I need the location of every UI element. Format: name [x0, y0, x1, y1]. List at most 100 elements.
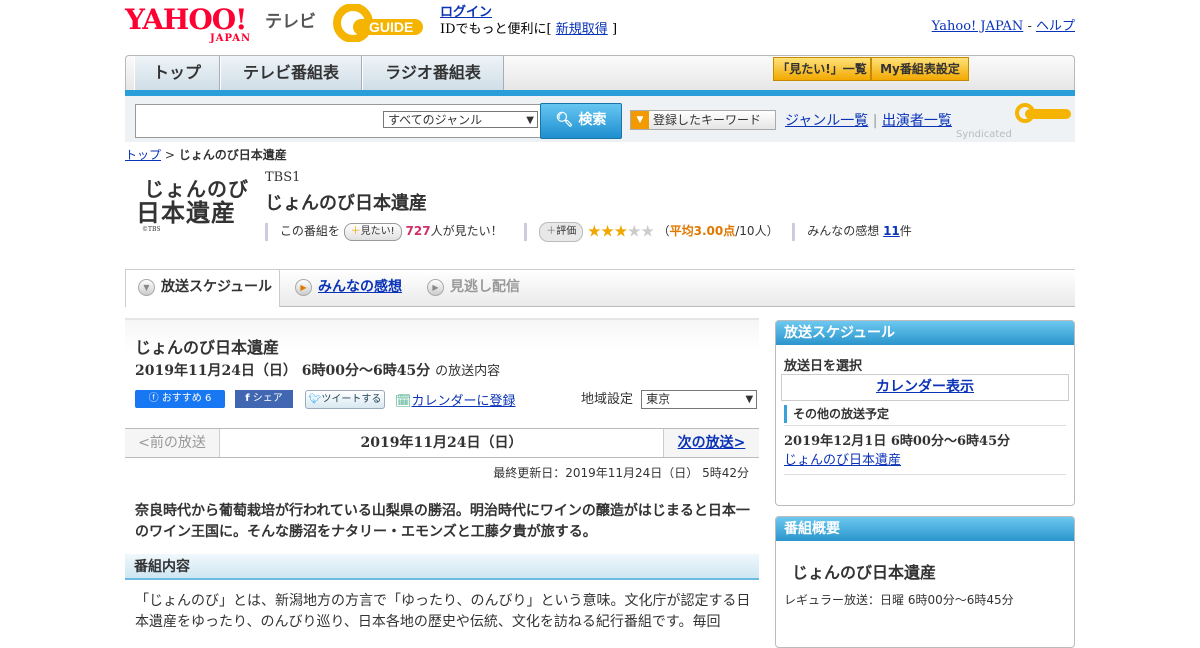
twitter-icon: 🐦︎ — [308, 394, 322, 405]
genre-select[interactable]: すべてのジャンル ▼ — [383, 111, 538, 128]
calendar-view-button[interactable]: カレンダー表示 — [781, 374, 1069, 401]
search-button[interactable]: 🔍︎ 検索 — [540, 103, 622, 139]
program-logo-copyright: ©TBS — [142, 226, 161, 233]
global-nav: トップ テレビ番組表 ラジオ番組表 「見たい!」一覧 My番組表設定 — [125, 55, 1075, 91]
next-broadcast[interactable]: 次の放送> — [663, 429, 759, 457]
rate-button[interactable]: ＋評価 — [539, 221, 584, 242]
tab-broadcast-schedule[interactable]: ▼ 放送スケジュール — [125, 270, 280, 307]
stars-empty: ★★ — [627, 221, 655, 241]
calendar-register-link[interactable]: カレンダーに登録 — [412, 394, 516, 409]
other-broadcast-link[interactable]: じょんのび日本遺産 — [784, 453, 901, 468]
signup-link[interactable]: 新規取得 — [556, 22, 608, 37]
stars-filled: ★★★ — [587, 221, 628, 241]
my-schedule-button[interactable]: My番組表設定 — [871, 57, 969, 81]
registered-keyword-button[interactable]: ▼ 登録したキーワード — [630, 110, 776, 130]
plus-icon: ＋ — [546, 225, 557, 237]
calendar-register: 🗓︎カレンダーに登録 — [395, 390, 516, 409]
search-icon: 🔍︎ — [555, 112, 574, 128]
login-note-suffix: ] — [611, 22, 618, 37]
chevron-down-icon: ▼ — [745, 394, 754, 405]
logo-sub: JAPAN — [210, 33, 252, 44]
breadcrumb-current: じょんのび日本遺産 — [178, 148, 287, 162]
logo-text: YAHOO! — [125, 3, 247, 36]
average-people: /10人） — [735, 224, 779, 238]
search-button-label: 検索 — [578, 112, 607, 128]
meta-divider — [792, 222, 796, 241]
divider — [784, 425, 1066, 426]
tweet-label: ツイートする — [321, 394, 382, 405]
region-setting: 地域設定 東京 ▼ — [581, 388, 758, 409]
next-broadcast-link[interactable]: 次の放送> — [678, 435, 746, 451]
prev-broadcast[interactable]: <前の放送 — [125, 429, 220, 457]
nav-tab-top[interactable]: トップ — [134, 56, 220, 91]
region-label: 地域設定 — [581, 392, 634, 407]
other-broadcast-date: 2019年12月1日 6時00分～6時45分 — [784, 434, 1011, 449]
want-list-button[interactable]: 「見たい!」一覧 — [773, 57, 871, 81]
login-note: IDでもっと便利に[ — [440, 22, 552, 37]
genre-list-link[interactable]: ジャンル一覧 — [785, 113, 868, 129]
login-link[interactable]: ログイン — [440, 5, 492, 20]
facebook-share-button[interactable]: f シェア — [235, 390, 293, 408]
gguide-logo[interactable]: GUIDE — [333, 4, 428, 42]
broadcast-head: じょんのび日本遺産 2019年11月24日（日） 6時00分～6時45分 の放送… — [125, 318, 759, 424]
facebook-recommend-button[interactable]: ⓕ おすすめ 6 — [135, 390, 225, 408]
program-meta: この番組を ＋見たい! 727人が見たい！ ＋評価 ★★★★★ （平均3.00点… — [265, 221, 965, 242]
svg-text:GUIDE: GUIDE — [369, 19, 413, 35]
search-divider: | — [872, 113, 878, 129]
last-updated: 最終更新日：2019年11月24日（日） 5時42分 — [493, 466, 749, 480]
program-title: じょんのび日本遺産 — [265, 193, 427, 214]
region-select[interactable]: 東京 ▼ — [641, 390, 758, 409]
regular-broadcast: レギュラー放送：日曜 6時00分～6時45分 — [784, 593, 1014, 607]
reviews-suffix: 件 — [899, 224, 912, 238]
tab-label: みんなの感想 — [318, 279, 402, 295]
help-link[interactable]: ヘルプ — [1036, 19, 1075, 34]
facebook-icon: f — [245, 393, 250, 404]
search-links: ジャンル一覧 | 出演者一覧 — [785, 110, 952, 130]
tweet-button[interactable]: 🐦︎ツイートする — [305, 390, 385, 409]
schedule-box: 放送スケジュール 放送日を選択 カレンダー表示 その他の放送予定 2019年12… — [775, 320, 1075, 506]
rate-button-label: 評価 — [556, 225, 577, 237]
want-suffix: 人が見たい！ — [430, 224, 503, 238]
overview-box: 番組概要 じょんのび日本遺産 レギュラー放送：日曜 6時00分～6時45分 — [775, 516, 1075, 648]
want-button-label: 見たい! — [360, 225, 395, 237]
plus-icon: ＋ — [350, 225, 361, 237]
want-prefix: この番組を — [279, 224, 340, 238]
genre-select-value: すべてのジャンル — [388, 113, 483, 127]
average-score: 平均3.00点 — [669, 224, 736, 238]
tv-label: テレビ — [265, 12, 316, 32]
avg-open: （ — [657, 224, 670, 238]
reviews-label: みんなの感想 — [807, 224, 880, 238]
other-broadcast: じょんのび日本遺産 — [784, 449, 901, 468]
overview-title: じょんのび日本遺産 — [792, 563, 937, 582]
search-bar: すべてのジャンル ▼ 🔍︎ 検索 ▼ 登録したキーワード ジャンル一覧 | 出演者… — [125, 96, 1075, 142]
current-broadcast-date: 2019年11月24日（日） — [220, 429, 663, 457]
broadcast-title: じょんのび日本遺産 — [135, 338, 280, 357]
cast-list-link[interactable]: 出演者一覧 — [882, 113, 952, 129]
yahoo-japan-logo[interactable]: YAHOO! JAPAN — [125, 3, 250, 45]
reviews-count-link[interactable]: 11 — [883, 224, 900, 238]
other-schedule-label: その他の放送予定 — [784, 405, 889, 423]
tab-reviews[interactable]: ▶ みんなの感想 — [295, 270, 402, 306]
broadcast-date: 2019年11月24日（日） 6時00分～6時45分 — [135, 363, 431, 379]
breadcrumb-top[interactable]: トップ — [125, 148, 161, 162]
nav-tab-radio-schedule[interactable]: ラジオ番組表 — [362, 56, 504, 91]
yahoo-japan-link[interactable]: Yahoo! JAPAN — [932, 19, 1024, 34]
syndicated-label: Syndicated — [956, 129, 1012, 140]
gguide-small-icon — [1015, 103, 1071, 123]
play-icon: ▶ — [295, 278, 312, 296]
arrow-down-icon: ▼ — [631, 111, 649, 129]
login-box: ログイン IDでもっと便利に[ 新規取得 ] — [440, 4, 617, 38]
calendar-icon: 🗓︎ — [395, 394, 412, 409]
calendar-view-link[interactable]: カレンダー表示 — [876, 379, 974, 395]
syndicated-badge: Syndicated — [956, 102, 1073, 140]
want-button[interactable]: ＋見たい! — [343, 222, 402, 241]
nav-tab-tv-schedule[interactable]: テレビ番組表 — [220, 56, 362, 91]
program-logo: じょんのび 日本遺産 ©TBS — [136, 178, 254, 248]
chevron-down-icon: ▼ — [526, 115, 534, 126]
keyword-button-label: 登録したキーワード — [653, 113, 762, 127]
tab-missed-stream[interactable]: ▶ 見逃し配信 — [427, 270, 520, 306]
breadcrumb: トップ > じょんのび日本遺産 — [125, 146, 287, 163]
header-links: Yahoo! JAPAN - ヘルプ — [932, 15, 1075, 34]
program-subtabs: ▼ 放送スケジュール ▶ みんなの感想 ▶ 見逃し配信 — [125, 269, 1075, 307]
fb-share-label: シェア — [252, 393, 283, 404]
